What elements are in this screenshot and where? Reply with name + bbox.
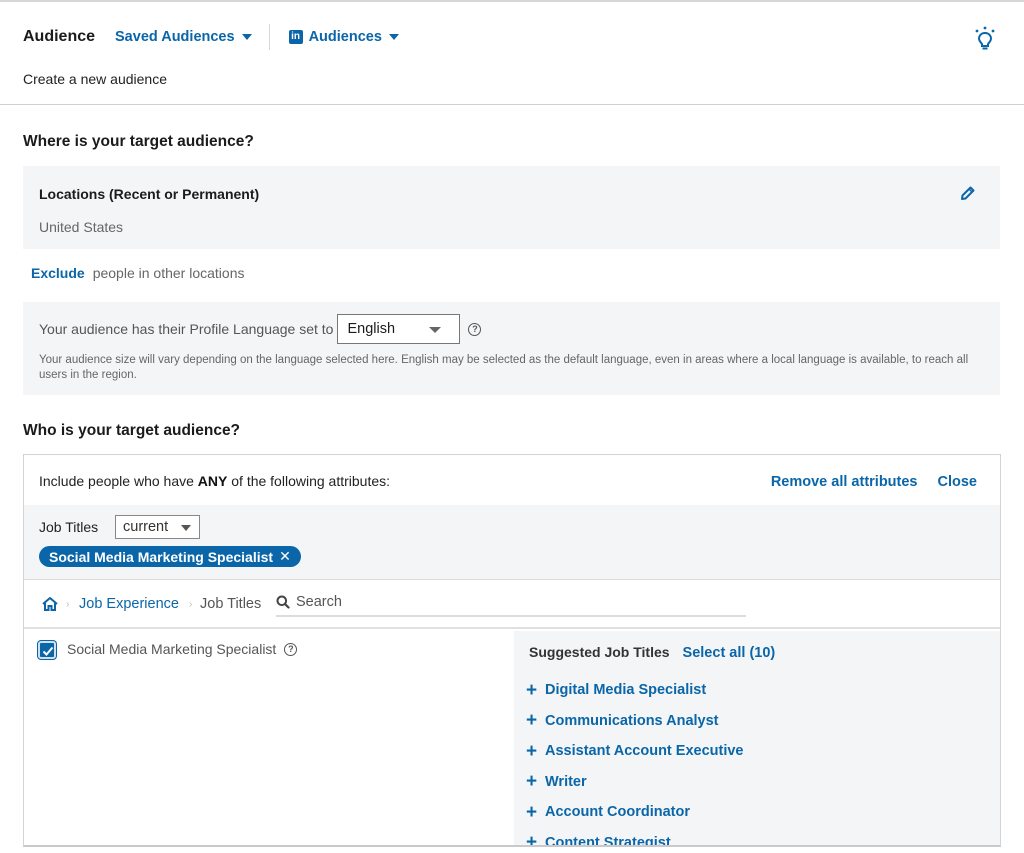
search-input[interactable]: [296, 594, 716, 610]
select-all-link[interactable]: Select all (10): [683, 645, 776, 661]
selected-list: Social Media Marketing Specialist ?: [24, 631, 514, 845]
suggested-item[interactable]: + Assistant Account Executive: [526, 736, 744, 767]
header-row: Audience Saved Audiences in Audiences: [23, 24, 399, 50]
breadcrumb-separator: ›: [189, 599, 193, 610]
page-title: Audience: [23, 28, 96, 45]
caret-down-icon: [181, 525, 191, 531]
header-divider: [268, 24, 270, 50]
page-header: Audience Saved Audiences in Audiences Cr…: [0, 2, 1024, 105]
suggested-item-label: Content Strategist: [545, 834, 671, 847]
language-panel: Your audience has their Profile Language…: [23, 302, 1000, 395]
plus-icon: +: [526, 832, 538, 847]
language-selected: English: [347, 321, 396, 337]
job-titles-filter-value: current: [123, 519, 169, 535]
home-icon[interactable]: [41, 596, 59, 612]
plus-icon: +: [526, 801, 538, 823]
remove-all-attributes-link[interactable]: Remove all attributes: [771, 474, 918, 490]
attributes-card-header: Include people who have ANY of the follo…: [24, 455, 1000, 505]
breadcrumb-job-experience[interactable]: Job Experience: [79, 596, 179, 612]
caret-down-icon: [429, 327, 442, 333]
language-prompt: Your audience has their Profile Language…: [39, 321, 334, 337]
audiences-dropdown[interactable]: in Audiences: [288, 29, 399, 45]
suggested-item[interactable]: + Writer: [526, 767, 744, 798]
suggested-item[interactable]: + Account Coordinator: [526, 797, 744, 828]
language-note: Your audience size will vary depending o…: [39, 354, 969, 381]
card-actions: Remove all attributes Close: [771, 474, 977, 490]
suggested-item-label: Digital Media Specialist: [545, 682, 707, 699]
caret-down-icon: [388, 34, 399, 40]
pill-label: Social Media Marketing Specialist: [49, 548, 274, 565]
suggested-item-label: Communications Analyst: [545, 712, 719, 729]
suggested-panel: Suggested Job Titles Select all (10) + Di…: [514, 631, 1000, 847]
include-any: ANY: [197, 473, 228, 489]
close-icon[interactable]: ✕: [279, 548, 291, 565]
language-select[interactable]: English: [337, 314, 461, 344]
pencil-icon[interactable]: [960, 185, 976, 201]
lightbulb-icon[interactable]: [974, 26, 996, 52]
suggested-list: + Digital Media Specialist + Communication…: [526, 675, 744, 847]
suggested-item-label: Writer: [545, 773, 587, 790]
linkedin-icon: in: [288, 30, 303, 44]
close-link[interactable]: Close: [938, 474, 978, 490]
selected-item-label: Social Media Marketing Specialist ?: [67, 641, 298, 657]
checkmark-icon: [42, 646, 54, 656]
suggested-item-label: Assistant Account Executive: [545, 743, 744, 760]
suggested-item[interactable]: + Digital Media Specialist: [526, 675, 744, 706]
plus-icon: +: [526, 710, 538, 732]
checkbox-checked[interactable]: [38, 641, 56, 659]
help-icon[interactable]: ?: [468, 322, 482, 336]
suggested-item[interactable]: + Content Strategist: [526, 828, 744, 847]
job-titles-label: Job Titles: [39, 519, 99, 535]
audiences-label: Audiences: [308, 29, 382, 45]
breadcrumb-separator: ›: [66, 599, 70, 610]
saved-audiences-label: Saved Audiences: [115, 29, 235, 45]
breadcrumb-job-titles: Job Titles: [200, 596, 262, 612]
exclude-text: people in other locations: [92, 265, 245, 281]
exclude-link[interactable]: Exclude: [31, 265, 85, 281]
saved-audiences-dropdown[interactable]: Saved Audiences: [115, 29, 252, 45]
breadcrumb: › Job Experience › Job Titles: [24, 581, 1000, 629]
job-titles-filter-select[interactable]: current: [115, 515, 200, 539]
locations-label: Locations (Recent or Permanent): [39, 186, 260, 202]
plus-icon: +: [526, 679, 538, 701]
include-suffix: of the following attributes:: [227, 473, 391, 489]
exclude-row: Exclude people in other locations: [31, 265, 244, 281]
plus-icon: +: [526, 771, 538, 793]
selected-item-text: Social Media Marketing Specialist: [67, 641, 277, 657]
include-prefix: Include people who have: [39, 473, 198, 489]
caret-down-icon: [241, 34, 252, 40]
location-section-title: Where is your target audience?: [23, 133, 254, 150]
suggested-title: Suggested Job Titles: [529, 644, 670, 660]
suggested-header: Suggested Job Titles Select all (10): [529, 644, 775, 661]
search-box: [276, 589, 746, 617]
locations-value: United States: [39, 219, 124, 235]
help-icon[interactable]: ?: [284, 642, 298, 656]
search-icon: [276, 595, 290, 609]
language-row: Your audience has their Profile Language…: [39, 314, 482, 344]
selected-job-title-pill: Social Media Marketing Specialist ✕: [39, 546, 301, 567]
job-titles-zone: Job Titles current Social Media Marketin…: [24, 505, 1000, 580]
locations-panel: Locations (Recent or Permanent) United S…: [23, 166, 1000, 249]
audience-section-title: Who is your target audience?: [23, 422, 241, 439]
attributes-card: Include people who have ANY of the follo…: [23, 454, 1001, 847]
include-text: Include people who have ANY of the follo…: [39, 473, 390, 489]
suggested-item-label: Account Coordinator: [545, 804, 690, 821]
plus-icon: +: [526, 740, 538, 762]
page-subtitle: Create a new audience: [23, 71, 167, 87]
suggested-item[interactable]: + Communications Analyst: [526, 706, 744, 737]
